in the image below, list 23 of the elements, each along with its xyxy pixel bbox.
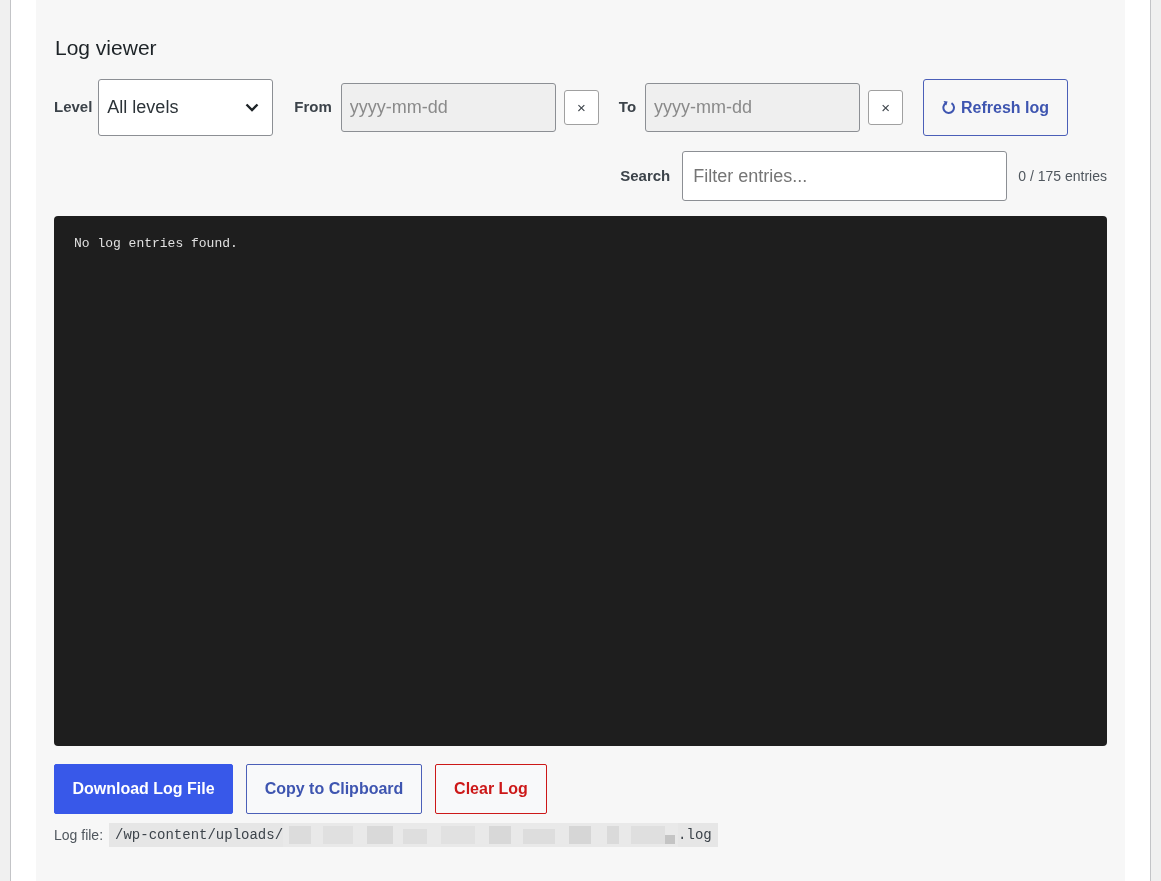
log-output-area[interactable]: No log entries found. <box>54 216 1107 746</box>
log-message: No log entries found. <box>74 235 239 252</box>
copy-button[interactable]: Copy to Clipboard <box>246 764 422 814</box>
level-select[interactable]: All levels <box>98 79 274 136</box>
clear-log-button[interactable]: Clear Log <box>435 764 547 814</box>
date-label: To <box>618 97 637 118</box>
file-path-text: /wp-content/uploads/ <box>115 825 284 845</box>
clear-date-button[interactable]: × <box>563 90 599 125</box>
date-input[interactable]: yyyy-mm-dd <box>340 83 556 132</box>
refresh-log-button[interactable]: Refresh log <box>923 79 1069 136</box>
chevron-down-icon <box>245 103 260 112</box>
level-label: Level <box>54 97 93 118</box>
entry-count: 0 / 175 entries <box>1018 166 1107 186</box>
date-label: From <box>294 97 332 118</box>
date-input[interactable]: yyyy-mm-dd <box>645 83 861 132</box>
clear-date-button[interactable]: × <box>868 90 904 125</box>
refresh-icon <box>942 100 957 115</box>
search-label: Search <box>620 165 671 186</box>
file-path-text: .log <box>678 825 712 845</box>
download-button[interactable]: Download Log File <box>54 764 233 814</box>
section-title: Log viewer <box>55 35 158 61</box>
search-field[interactable]: Filter entries... <box>682 151 1008 201</box>
log-file-label: Log file: <box>54 825 104 845</box>
